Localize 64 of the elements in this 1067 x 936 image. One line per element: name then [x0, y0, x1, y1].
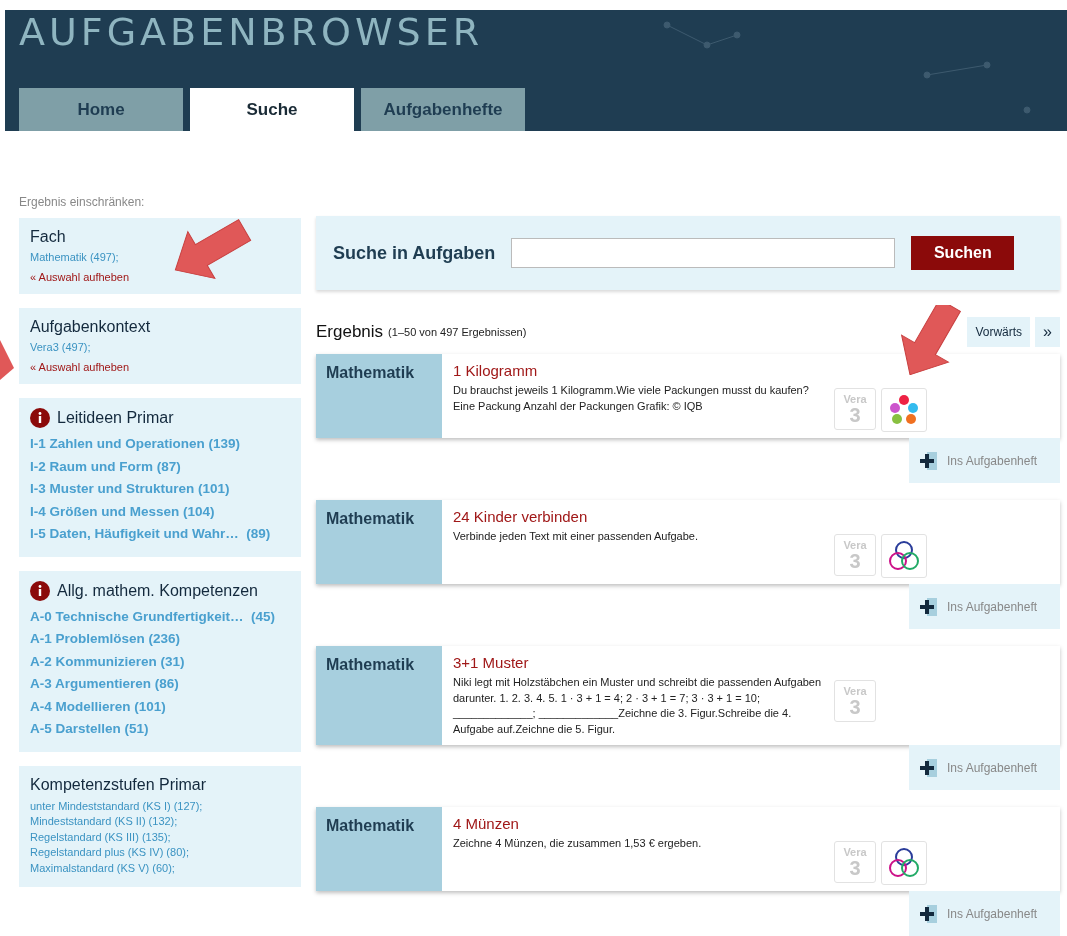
filter-heading: Ergebnis einschränken: [19, 195, 146, 209]
clear-selection-link[interactable]: « Auswahl aufheben [30, 361, 290, 373]
results-count: (1–50 von 497 Ergebnissen) [388, 326, 528, 338]
filter-option[interactable]: I-4 Größen und Messen (104) [30, 500, 215, 523]
filter-option[interactable]: I-2 Raum und Form (87) [30, 455, 181, 478]
info-icon [30, 580, 50, 601]
panel-title: Kompetenzstufen Primar [30, 775, 208, 794]
add-to-booklet-button[interactable]: Ins Aufgabenheft [909, 438, 1060, 483]
site-title: AUFGABENBROWSER [19, 12, 485, 52]
filter-option[interactable]: Maximalstandard (KS V) (60); [30, 860, 290, 876]
task-description: Verbinde jeden Text mit einer passenden Aufgabe. [453, 529, 700, 544]
subject-label: Mathematik [316, 807, 442, 891]
last-page-button[interactable]: » [1035, 317, 1060, 347]
task-title[interactable]: 1 Kilogramm [453, 362, 823, 379]
subject-label: Mathematik [316, 500, 442, 584]
panel-title: Leitideen Primar [57, 409, 174, 427]
subject-label: Mathematik [316, 646, 442, 745]
panel-title: Aufgabenkontext [30, 318, 152, 336]
panel-title: Fach [30, 228, 67, 246]
add-to-booklet-button[interactable]: Ins Aufgabenheft [909, 745, 1060, 790]
nav-tab[interactable]: Home [19, 88, 183, 131]
plus-icon [919, 758, 937, 777]
overlapping-rings-icon [887, 539, 921, 573]
filter-option[interactable]: I-1 Zahlen und Operationen (139) [30, 433, 241, 456]
next-page-button[interactable]: Vorwärts [967, 317, 1031, 347]
task-description: Du brauchst jeweils 1 Kilogramm.Wie viele Packungen musst du kaufen? Eine Packung Anzahl der Packungen Grafik: © IQB [453, 383, 810, 414]
filter-option[interactable]: Regelstandard (KS III) (135); [30, 829, 290, 845]
filter-option[interactable]: A-0 Technische Grundfertigkeit… (45) [30, 605, 276, 628]
plus-icon [919, 597, 937, 616]
results-title: Ergebnis [316, 322, 384, 342]
filter-option[interactable]: Mindeststandard (KS II) (132); [30, 814, 290, 830]
subject-label: Mathematik [316, 354, 442, 438]
task-description: Niki legt mit Holzstäbchen ein Muster und schreibt die passenden Aufgaben darunter. 1. 2. 3. 4. 5. 1 · 3 + 1 = 4; 2 · 3 + 1 = 7; 3 · 3 + 1 = 10; _____________; _____________Zeichne die 3. Figur.Schreibe die 4. Aufgabe auf.Zeichne die 5. Figur. [453, 675, 823, 737]
filter-option[interactable]: unter Mindeststandard (KS I) (127); [30, 798, 290, 814]
annotation-arrow-icon [0, 340, 14, 380]
filter-option[interactable]: I-5 Daten, Häufigkeit und Wahr… (89) [30, 523, 271, 546]
plus-icon [919, 451, 937, 470]
task-description: Zeichne 4 Münzen, die zusammen 1,53 € ergeben. [453, 836, 703, 851]
filter-option[interactable]: I-3 Muster und Strukturen (101) [30, 478, 230, 501]
filter-value[interactable]: Vera3 (497); [30, 341, 290, 353]
search-field[interactable] [511, 238, 896, 268]
filter-option[interactable]: Regelstandard plus (KS IV) (80); [30, 845, 290, 861]
filter-option[interactable]: A-4 Modellieren (101) [30, 695, 166, 718]
filter-option[interactable]: A-1 Problemlösen (236) [30, 628, 181, 651]
nav-tab[interactable]: Suche [190, 88, 354, 131]
filter-option[interactable]: A-5 Darstellen (51) [30, 718, 149, 741]
search-label: Suche in Aufgaben [333, 242, 496, 264]
panel-title: Allg. mathem. Kompetenzen [57, 581, 258, 600]
task-title[interactable]: 4 Münzen [453, 815, 823, 832]
search-button[interactable]: Suchen [911, 236, 1015, 270]
task-title[interactable]: 24 Kinder verbinden [453, 508, 823, 525]
overlapping-rings-icon [887, 846, 921, 880]
task-title[interactable]: 3+1 Muster [453, 654, 823, 671]
add-to-booklet-button[interactable]: Ins Aufgabenheft [909, 584, 1060, 629]
clear-selection-link[interactable]: « Auswahl aufheben [30, 271, 290, 283]
filter-option[interactable]: A-3 Argumentieren (86) [30, 673, 179, 696]
plus-icon [919, 904, 937, 923]
nav-tab[interactable]: Aufgabenhefte [361, 88, 525, 131]
colored-dots-icon [888, 394, 920, 426]
task-card[interactable] [316, 646, 1060, 745]
filter-option[interactable]: A-2 Kommunizieren (31) [30, 650, 185, 673]
filter-value[interactable]: Mathematik (497); [30, 251, 290, 263]
add-to-booklet-button[interactable]: Ins Aufgabenheft [909, 891, 1060, 936]
info-icon [30, 408, 50, 428]
